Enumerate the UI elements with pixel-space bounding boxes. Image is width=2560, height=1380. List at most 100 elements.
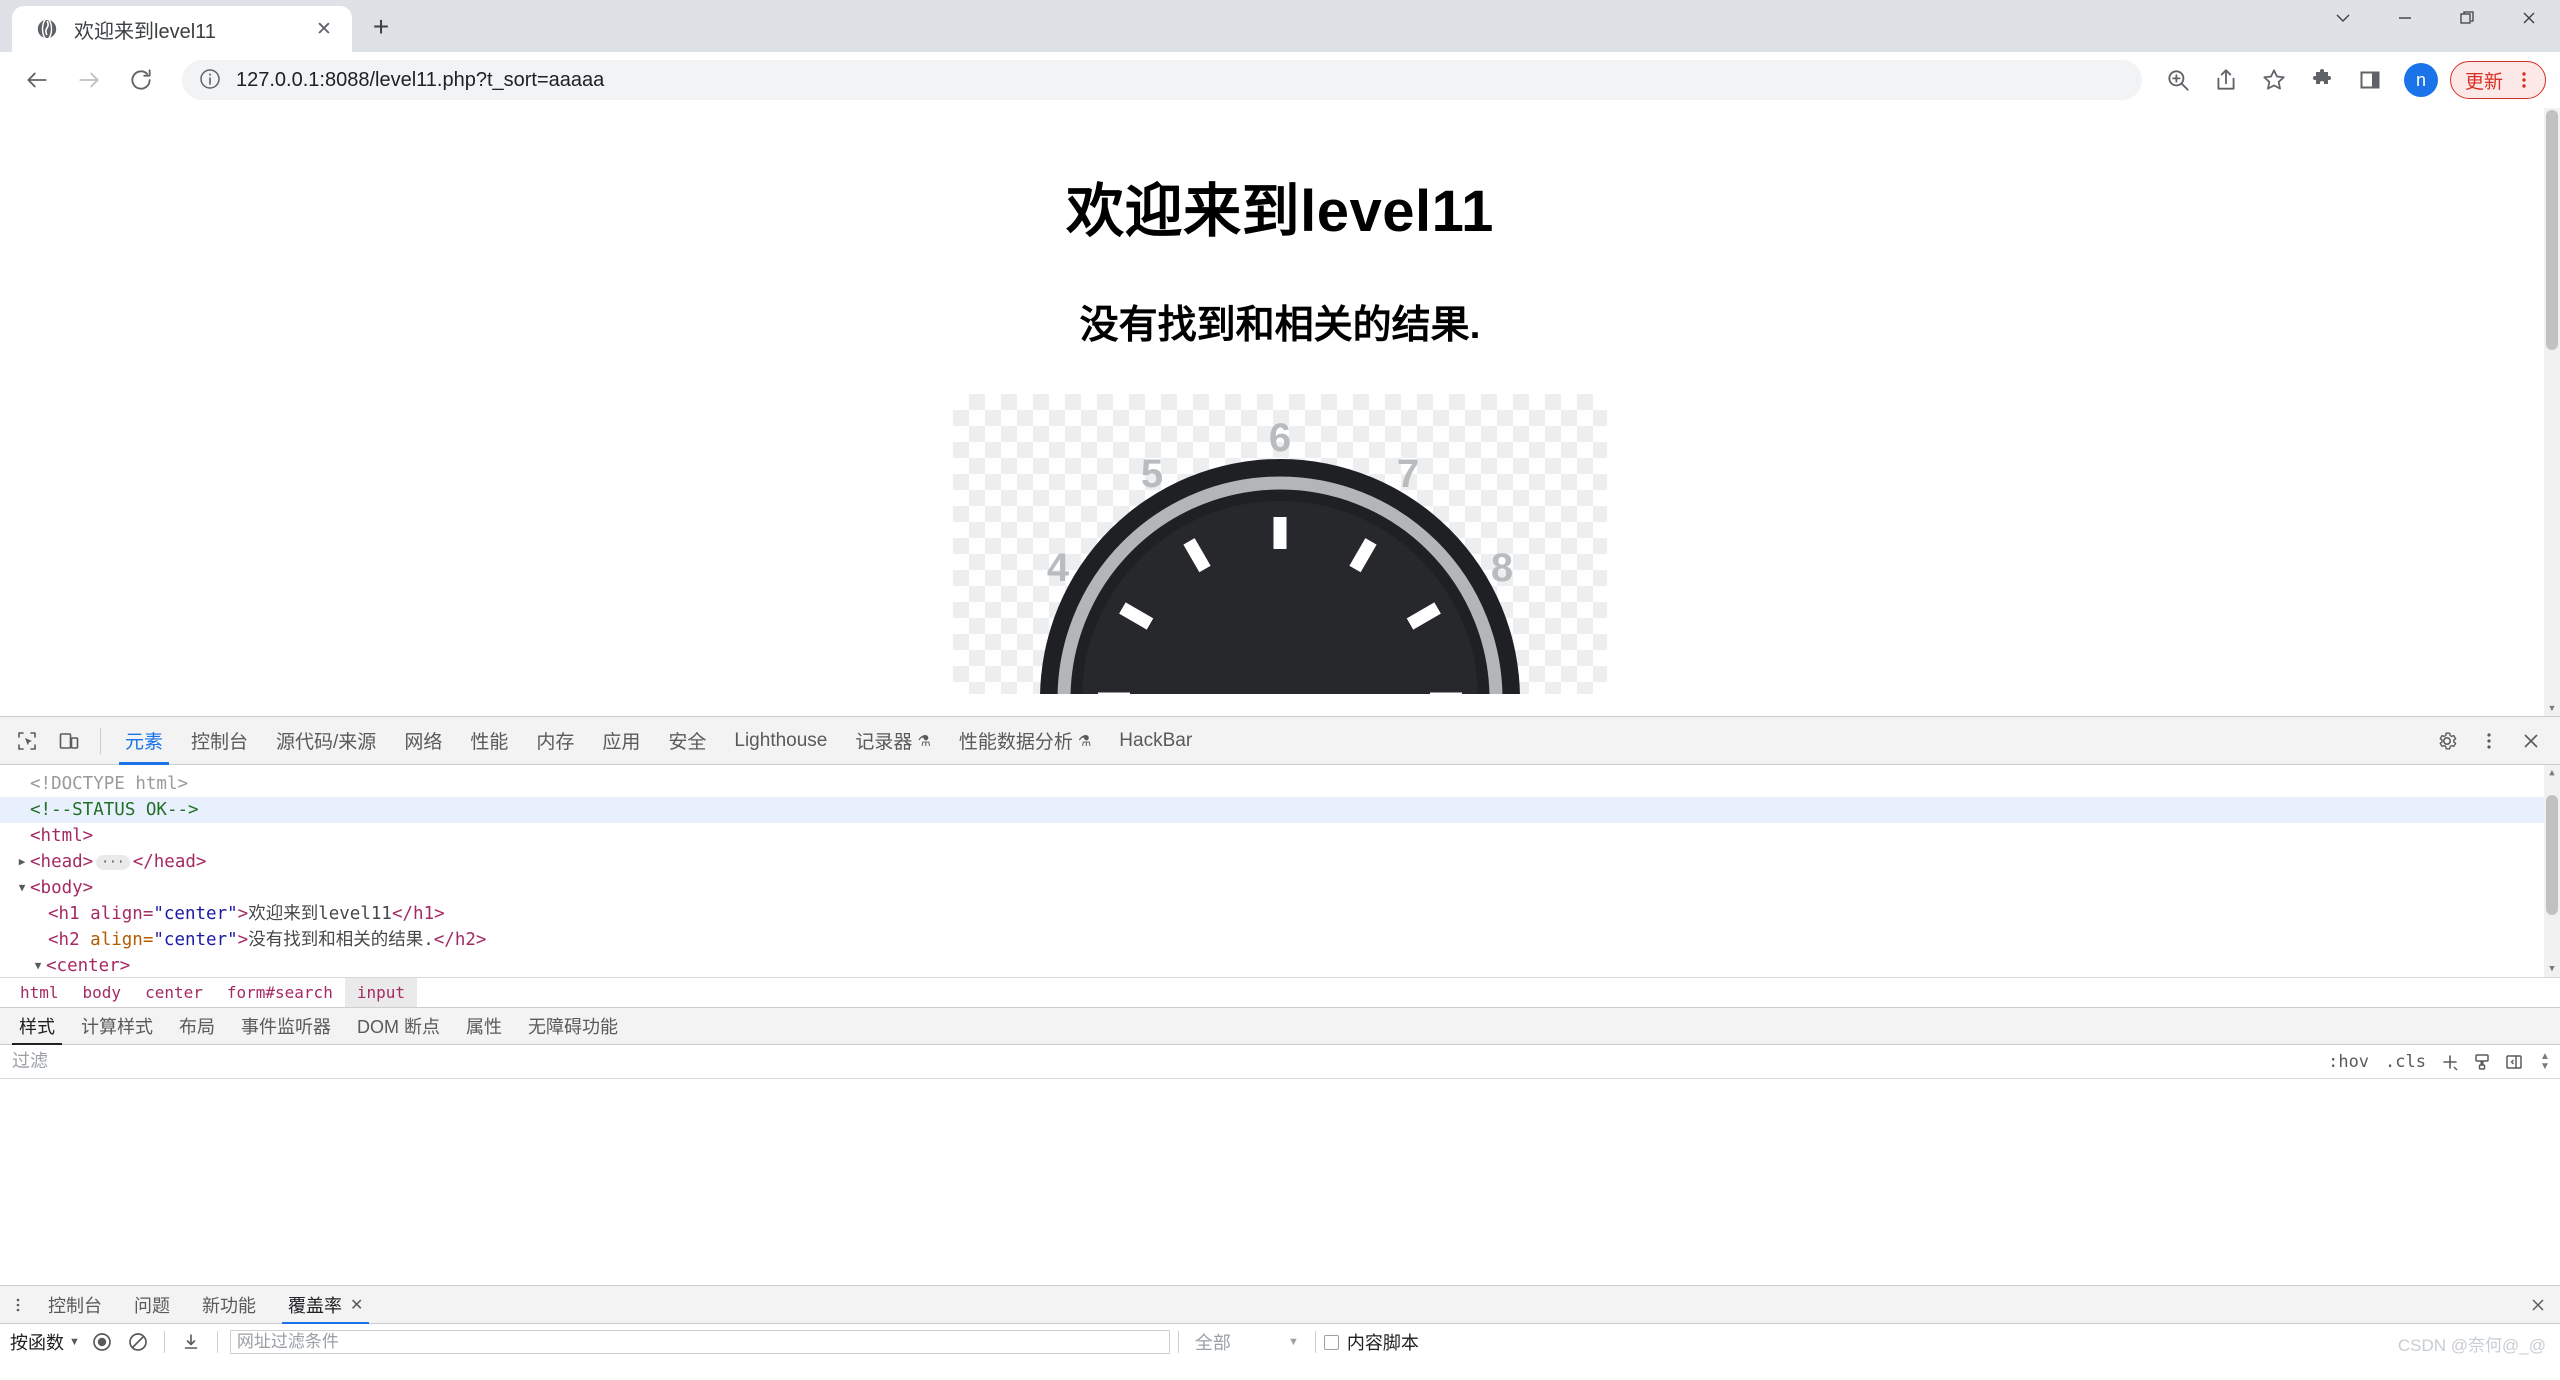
breadcrumb-item-form[interactable]: form#search <box>215 978 345 1008</box>
drawer-tab-close-icon[interactable]: ✕ <box>350 1295 363 1315</box>
spinner-up-arrow[interactable]: ▲ <box>2540 1051 2550 1062</box>
close-icon[interactable] <box>2512 722 2550 760</box>
devtools-tab-sources[interactable]: 源代码/来源 <box>262 717 390 765</box>
twisty-expanded-icon[interactable]: ▼ <box>30 953 46 977</box>
paint-brush-icon[interactable] <box>2466 1047 2498 1077</box>
devtools-tab-network[interactable]: 网络 <box>390 717 456 765</box>
devtools-tab-lighthouse[interactable]: Lighthouse <box>720 717 841 765</box>
dom-line-head[interactable]: ▶ <head> ··· </head> <box>0 849 2560 875</box>
record-circle-icon[interactable] <box>86 1326 118 1358</box>
plus-icon[interactable] <box>2434 1047 2466 1077</box>
styles-tab-computed[interactable]: 计算样式 <box>68 1007 166 1045</box>
drawer-tab-issues[interactable]: 问题 <box>118 1286 186 1324</box>
drawer-tab-whats-new[interactable]: 新功能 <box>186 1286 272 1324</box>
profile-avatar[interactable]: n <box>2403 63 2438 97</box>
dom-line-html[interactable]: <html> <box>0 823 2560 849</box>
dom-line-doctype[interactable]: <!DOCTYPE html> <box>0 771 2560 797</box>
tab-search-icon[interactable] <box>2312 0 2374 36</box>
devtools-tab-security[interactable]: 安全 <box>654 717 720 765</box>
spinner-down-arrow[interactable]: ▼ <box>2540 1061 2550 1072</box>
dom-tree-scrollbar[interactable]: ▲ ▼ <box>2544 765 2560 977</box>
dom-line-status-comment[interactable]: <!--STATUS OK--> <box>0 797 2560 823</box>
twisty-expanded-icon[interactable]: ▼ <box>14 875 30 901</box>
page-scrollbar[interactable]: ▲ ▼ <box>2544 108 2560 716</box>
dom-line-body[interactable]: ▼ <body> <box>0 875 2560 901</box>
coverage-grouping-dropdown[interactable]: 按函数 ▼ <box>6 1329 84 1355</box>
styles-tab-properties[interactable]: 属性 <box>453 1007 515 1045</box>
panel-toggle-icon[interactable] <box>2498 1047 2530 1077</box>
forward-button[interactable] <box>66 57 112 103</box>
extensions-puzzle-icon[interactable] <box>2300 58 2344 102</box>
window-minimize-icon[interactable] <box>2374 0 2436 36</box>
share-icon[interactable] <box>2204 58 2248 102</box>
kebab-menu-icon[interactable] <box>4 1286 32 1324</box>
breadcrumb-item-center[interactable]: center <box>133 978 215 1008</box>
tab-close-icon[interactable]: ✕ <box>310 15 338 43</box>
tab-label: 性能 <box>470 732 509 753</box>
breadcrumb-item-html[interactable]: html <box>8 978 71 1008</box>
scroll-down-arrow[interactable]: ▼ <box>2544 700 2560 716</box>
styles-filter-input[interactable] <box>6 1051 2321 1072</box>
devtools-tab-console[interactable]: 控制台 <box>177 717 262 765</box>
drawer-tab-console[interactable]: 控制台 <box>32 1286 118 1324</box>
kebab-menu-icon[interactable] <box>2470 722 2508 760</box>
styles-tab-styles[interactable]: 样式 <box>6 1007 68 1045</box>
twisty-collapsed-icon[interactable]: ▶ <box>14 849 30 875</box>
scroll-down-arrow[interactable]: ▼ <box>2544 961 2560 977</box>
coverage-type-filter[interactable]: 全部 ▼ <box>1187 1329 1307 1355</box>
dom-tree[interactable]: <!DOCTYPE html> <!--STATUS OK--> <html> … <box>0 765 2560 977</box>
styles-tab-event-listeners[interactable]: 事件监听器 <box>228 1007 344 1045</box>
dom-line-h1[interactable]: <h1 align= "center" > 欢迎来到level11 </h1> <box>0 901 2560 927</box>
devtools-tab-performance-insights[interactable]: 性能数据分析 ⚗ <box>945 717 1105 765</box>
breadcrumb-item-input[interactable]: input <box>344 977 417 1008</box>
browser-tab[interactable]: 欢迎来到level11 ✕ <box>12 6 352 52</box>
address-bar[interactable]: 127.0.0.1:8088/level11.php?t_sort=aaaaa <box>182 60 2142 100</box>
breadcrumb-item-body[interactable]: body <box>71 978 134 1008</box>
dom-line-center-open[interactable]: ▼ <center> <box>0 953 2560 977</box>
styles-tab-dom-breakpoints[interactable]: DOM 断点 <box>344 1007 453 1045</box>
browser-tab-strip: 欢迎来到level11 ✕ + <box>0 0 2560 52</box>
devtools-tab-application[interactable]: 应用 <box>588 717 654 765</box>
expand-ellipsis-icon[interactable]: ··· <box>96 854 130 870</box>
devtools-tab-elements[interactable]: 元素 <box>111 717 177 765</box>
dom-line-h2[interactable]: <h2 align= "center" > 没有找到和相关的结果. </h2> <box>0 927 2560 953</box>
hover-state-toggle[interactable]: :hov <box>2320 1052 2377 1072</box>
settings-gear-icon[interactable] <box>2428 722 2466 760</box>
checkbox-box[interactable] <box>1323 1334 1339 1350</box>
styles-tab-layout[interactable]: 布局 <box>166 1007 228 1045</box>
kebab-menu-icon[interactable] <box>2511 67 2537 93</box>
reload-button[interactable] <box>118 57 164 103</box>
side-panel-icon[interactable] <box>2348 58 2392 102</box>
devtools-tab-memory[interactable]: 内存 <box>522 717 588 765</box>
close-icon[interactable] <box>2524 1286 2552 1324</box>
devtools-tab-recorder[interactable]: 记录器 ⚗ <box>841 717 944 765</box>
class-toggle[interactable]: .cls <box>2377 1052 2434 1072</box>
flask-icon: ⚗ <box>1077 732 1092 750</box>
window-maximize-icon[interactable] <box>2436 0 2498 36</box>
devtools-tab-performance[interactable]: 性能 <box>456 717 522 765</box>
update-button[interactable]: 更新 <box>2449 61 2546 99</box>
devtools-tab-hackbar[interactable]: HackBar <box>1105 717 1206 765</box>
bookmark-star-icon[interactable] <box>2252 58 2296 102</box>
coverage-url-filter[interactable] <box>229 1330 1170 1354</box>
back-button[interactable] <box>14 57 60 103</box>
zoom-icon[interactable] <box>2156 58 2200 102</box>
device-toolbar-icon[interactable] <box>50 722 88 760</box>
drawer-tab-coverage[interactable]: 覆盖率 ✕ <box>272 1286 379 1324</box>
styles-scroll-spinner[interactable]: ▲ ▼ <box>2536 1047 2554 1077</box>
inspect-element-icon[interactable] <box>8 722 46 760</box>
scrollbar-thumb[interactable] <box>2546 110 2558 350</box>
clear-slash-icon[interactable] <box>122 1326 154 1358</box>
svg-text:6: 6 <box>1269 416 1291 460</box>
new-tab-button[interactable]: + <box>358 4 404 50</box>
coverage-url-filter-input[interactable] <box>236 1332 1163 1352</box>
scrollbar-thumb[interactable] <box>2546 795 2558 915</box>
tag-head-open: <head> <box>30 852 94 872</box>
site-info-icon[interactable] <box>198 67 224 93</box>
download-icon[interactable] <box>175 1326 207 1358</box>
content-scripts-checkbox[interactable]: 内容脚本 <box>1323 1329 1419 1355</box>
styles-tab-accessibility[interactable]: 无障碍功能 <box>515 1007 631 1045</box>
scroll-up-arrow[interactable]: ▲ <box>2544 765 2560 781</box>
window-close-icon[interactable] <box>2498 0 2560 36</box>
toolbar-divider <box>1177 1331 1179 1353</box>
